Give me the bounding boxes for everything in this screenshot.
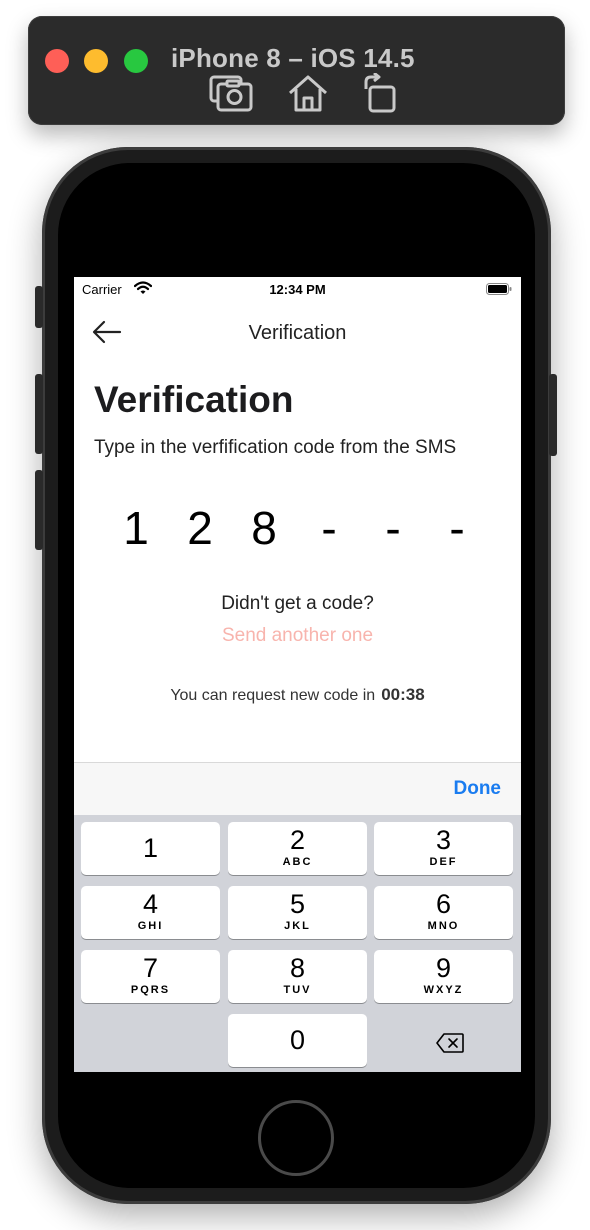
volume-up-button — [35, 374, 43, 454]
key-number: 1 — [142, 833, 159, 863]
key-letters: TUV — [283, 984, 312, 996]
mute-switch — [35, 286, 43, 328]
nav-title: Verification — [248, 322, 347, 344]
code-digit-1[interactable]: 1 — [104, 501, 168, 555]
verification-code-input[interactable]: 1 2 8 - - - — [104, 501, 504, 561]
app-screen: Carrier 12:34 PM Verification Verificati… — [74, 277, 521, 1072]
page-subtitle: Type in the verfification code from the … — [94, 437, 457, 458]
key-letters: GHI — [137, 920, 164, 932]
battery-icon — [486, 283, 512, 295]
status-bar: Carrier 12:34 PM — [74, 277, 521, 301]
key-number: 4 — [142, 889, 159, 919]
key-number: 5 — [289, 889, 306, 919]
power-button — [549, 374, 557, 456]
key-4[interactable]: 4 GHI — [81, 886, 220, 939]
page-title: Verification — [94, 379, 294, 420]
resend-timer: You can request new code in 00:38 — [74, 685, 521, 705]
code-digit-3[interactable]: 8 — [232, 501, 296, 555]
keyboard-accessory-bar: Done — [74, 762, 521, 815]
code-digit-2[interactable]: 2 — [168, 501, 232, 555]
key-number: 9 — [435, 953, 452, 983]
resend-question: Didn't get a code? — [221, 593, 374, 614]
timer-prefix: You can request new code in — [170, 687, 376, 704]
done-button[interactable]: Done — [454, 778, 502, 800]
simulator-title: iPhone 8 – iOS 14.5 — [171, 43, 415, 73]
key-number: 8 — [289, 953, 306, 983]
key-8[interactable]: 8 TUV — [228, 950, 367, 1003]
key-number: 6 — [435, 889, 452, 919]
backspace-icon — [436, 1033, 464, 1053]
key-letters: WXYZ — [423, 984, 464, 996]
key-number: 2 — [289, 825, 306, 855]
key-number: 0 — [289, 1025, 306, 1055]
rotate-icon[interactable] — [358, 71, 404, 113]
key-number: 3 — [435, 825, 452, 855]
key-letters: MNO — [427, 920, 460, 932]
home-button[interactable] — [258, 1100, 334, 1176]
timer-countdown: 00:38 — [381, 685, 425, 704]
key-1[interactable]: 1 — [81, 822, 220, 875]
close-window-button[interactable] — [45, 49, 69, 73]
numeric-keypad: 1 2 ABC 3 DEF 4 GHI 5 JKL 6 MNO 7 PQRS 8… — [74, 815, 521, 1072]
key-2[interactable]: 2 ABC — [228, 822, 367, 875]
code-digit-5[interactable]: - — [361, 501, 425, 555]
home-icon[interactable] — [285, 73, 331, 113]
simulator-toolbar: iPhone 8 – iOS 14.5 — [28, 16, 565, 125]
key-5[interactable]: 5 JKL — [228, 886, 367, 939]
status-time: 12:34 PM — [269, 282, 326, 297]
key-letters: DEF — [429, 856, 458, 868]
key-6[interactable]: 6 MNO — [374, 886, 513, 939]
key-0[interactable]: 0 — [228, 1014, 367, 1067]
navigation-bar: Verification — [74, 307, 521, 359]
key-number: 7 — [142, 953, 159, 983]
volume-down-button — [35, 470, 43, 550]
key-9[interactable]: 9 WXYZ — [374, 950, 513, 1003]
zoom-window-button[interactable] — [124, 49, 148, 73]
key-7[interactable]: 7 PQRS — [81, 950, 220, 1003]
send-another-code-link[interactable]: Send another one — [74, 625, 521, 647]
backspace-key[interactable] — [379, 1016, 518, 1069]
code-digit-6[interactable]: - — [425, 501, 489, 555]
key-3[interactable]: 3 DEF — [374, 822, 513, 875]
minimize-window-button[interactable] — [84, 49, 108, 73]
key-letters: JKL — [284, 920, 311, 932]
key-letters: PQRS — [130, 984, 171, 996]
code-digit-4[interactable]: - — [297, 501, 361, 555]
screenshot-icon[interactable] — [208, 73, 254, 113]
key-letters: ABC — [282, 856, 313, 868]
